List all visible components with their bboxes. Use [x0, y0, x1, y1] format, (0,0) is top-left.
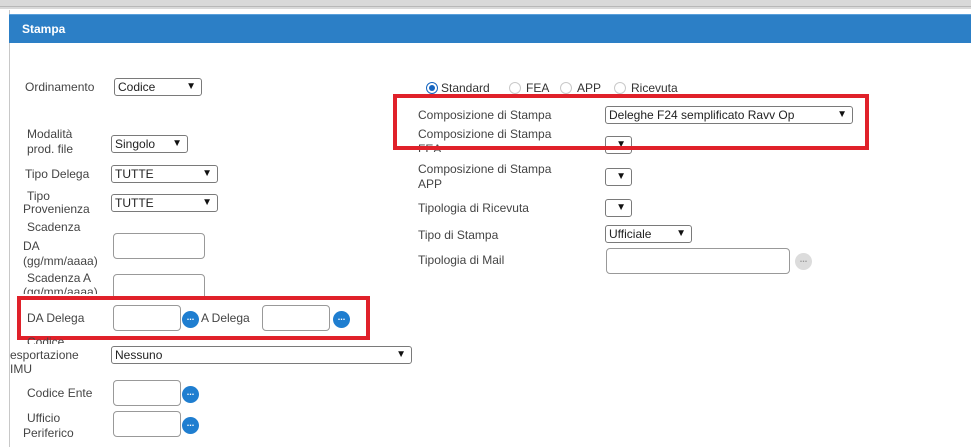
codice-ente-label: Codice Ente	[27, 386, 93, 400]
radio-app-label: APP	[577, 81, 602, 95]
ordinamento-value: Codice	[118, 80, 156, 94]
radio-standard[interactable]	[426, 82, 438, 94]
highlight-composizione	[393, 94, 869, 150]
tipologia-mail-input[interactable]	[606, 248, 790, 274]
modalita-value: Singolo	[115, 137, 156, 151]
ufficio-label-line2: Periferico	[23, 426, 74, 440]
tipo-provenienza-select[interactable]: TUTTE ▼	[111, 194, 218, 212]
composizione-app-select[interactable]: ▼	[605, 168, 632, 186]
tipologia-ricevuta-label: Tipologia di Ricevuta	[418, 201, 529, 215]
radio-fea-label: FEA	[526, 81, 550, 95]
chevron-down-icon: ▼	[396, 349, 406, 360]
codice-ente-lookup-button[interactable]: ...	[182, 386, 199, 403]
scadenza-da-label-line1: Scadenza	[27, 220, 81, 234]
radio-app[interactable]	[560, 82, 572, 94]
dialog-title: Stampa	[22, 22, 66, 36]
chevron-down-icon: ▼	[172, 138, 182, 149]
codice-ente-input[interactable]	[113, 380, 181, 406]
codice-esportazione-label-line3: IMU	[10, 362, 32, 376]
tipologia-mail-label: Tipologia di Mail	[418, 253, 505, 267]
tipo-stampa-select[interactable]: Ufficiale ▼	[605, 225, 692, 243]
tipo-delega-label: Tipo Delega	[25, 167, 90, 181]
tipo-delega-value: TUTTE	[115, 167, 154, 181]
chevron-down-icon: ▼	[202, 168, 212, 179]
radio-ricevuta[interactable]	[614, 82, 626, 94]
chevron-down-icon: ▼	[616, 202, 626, 213]
composizione-app-label-line1: Composizione di Stampa	[418, 162, 552, 176]
composizione-app-label-line2: APP	[418, 177, 443, 191]
chevron-down-icon: ▼	[616, 171, 626, 182]
codice-esportazione-label-line1: Codice	[27, 336, 65, 344]
scadenza-da-label-line2: DA	[23, 239, 40, 253]
tipo-provenienza-label-line2: Provenienza	[23, 202, 90, 216]
ordinamento-select[interactable]: Codice ▼	[114, 78, 202, 96]
chevron-down-icon: ▼	[676, 228, 686, 239]
background-window-strip	[0, 0, 971, 9]
radio-standard-label: Standard	[441, 81, 490, 95]
codice-esportazione-value: Nessuno	[115, 348, 163, 362]
radio-fea[interactable]	[509, 82, 521, 94]
modalita-label-line2: prod. file	[27, 142, 74, 156]
tipo-provenienza-value: TUTTE	[115, 196, 154, 210]
tipologia-ricevuta-select[interactable]: ▼	[605, 199, 632, 217]
tipo-delega-select[interactable]: TUTTE ▼	[111, 165, 218, 183]
modalita-label-line1: Modalità	[27, 127, 73, 141]
highlight-da-delega	[17, 296, 370, 340]
tipo-stampa-label: Tipo di Stampa	[418, 228, 499, 242]
codice-esportazione-label-line2: esportazione	[10, 348, 79, 362]
scadenza-da-label-line3: (gg/mm/aaaa)	[23, 254, 98, 268]
chevron-down-icon: ▼	[202, 197, 212, 208]
dialog-titlebar: Stampa	[9, 14, 971, 43]
ufficio-label-line1: Ufficio	[27, 411, 61, 425]
radio-ricevuta-label: Ricevuta	[631, 81, 678, 95]
tipo-provenienza-label-line1: Tipo	[27, 189, 50, 203]
tipologia-mail-lookup-button: ...	[795, 253, 812, 270]
ordinamento-label: Ordinamento	[25, 80, 95, 94]
ufficio-lookup-button[interactable]: ...	[182, 417, 199, 434]
codice-esportazione-select[interactable]: Nessuno ▼	[111, 346, 412, 364]
tipo-stampa-value: Ufficiale	[609, 227, 652, 241]
scadenza-da-input[interactable]	[113, 233, 205, 259]
ufficio-input[interactable]	[113, 411, 181, 437]
scadenza-a-label-line1: Scadenza A	[27, 271, 92, 285]
scadenza-a-label-line2: (gg/mm/aaaa)	[23, 286, 98, 294]
modalita-select[interactable]: Singolo ▼	[111, 135, 188, 153]
chevron-down-icon: ▼	[186, 81, 196, 92]
